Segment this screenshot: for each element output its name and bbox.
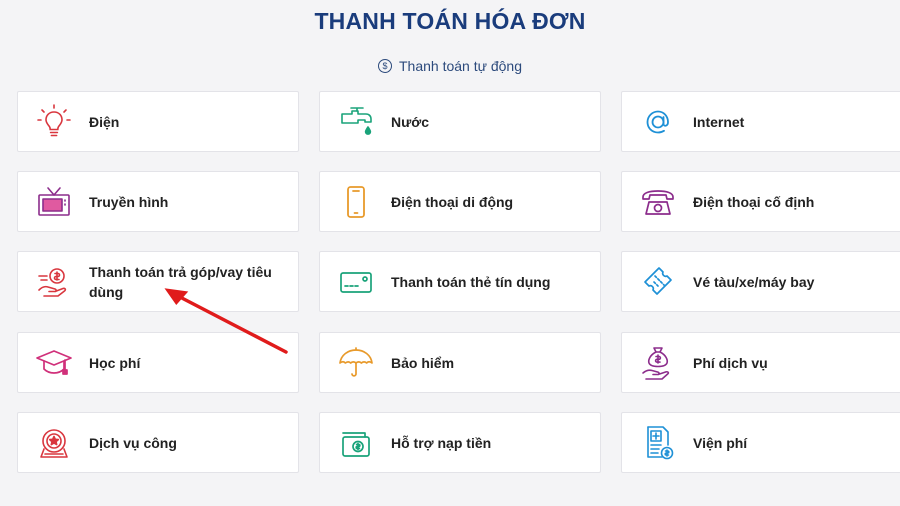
service-card-installment-loan[interactable]: Thanh toán trả góp/vay tiêu dùng: [17, 251, 299, 312]
public-service-emblem-icon: [34, 423, 74, 463]
service-card-service-fee[interactable]: Phí dịch vụ: [621, 332, 900, 393]
service-card-electricity[interactable]: Điện: [17, 91, 299, 152]
service-card-insurance[interactable]: Bảo hiểm: [319, 332, 601, 393]
service-grid: Điện Nước Internet Truyền hình Điện thoạ…: [17, 91, 900, 491]
service-card-water[interactable]: Nước: [319, 91, 601, 152]
service-card-public-service[interactable]: Dịch vụ công: [17, 412, 299, 473]
service-label: Điện thoại di động: [391, 193, 514, 210]
water-tap-icon: [336, 102, 376, 142]
service-card-tuition[interactable]: Học phí: [17, 332, 299, 393]
loan-hand-money-icon: [34, 262, 74, 302]
auto-payment-link[interactable]: $ Thanh toán tự động: [0, 58, 900, 74]
graduation-cap-icon: [34, 343, 74, 383]
service-card-hospital-fee[interactable]: Viện phí: [621, 412, 900, 473]
service-card-landline[interactable]: Điện thoại cố định: [621, 171, 900, 232]
credit-card-icon: [336, 262, 376, 302]
money-bag-hand-icon: [638, 343, 678, 383]
at-sign-icon: [638, 102, 678, 142]
service-label: Thanh toán trả góp/vay tiêu dùng: [89, 263, 272, 300]
service-label: Dịch vụ công: [89, 434, 177, 451]
service-label: Học phí: [89, 354, 141, 371]
service-card-tv[interactable]: Truyền hình: [17, 171, 299, 232]
mobile-phone-icon: [336, 182, 376, 222]
service-label: Hỗ trợ nạp tiền: [391, 434, 492, 451]
television-icon: [34, 182, 74, 222]
dollar-coin-icon: $: [377, 59, 392, 73]
hospital-bill-icon: [638, 423, 678, 463]
service-card-topup[interactable]: Hỗ trợ nạp tiền: [319, 412, 601, 473]
landline-phone-icon: [638, 182, 678, 222]
wallet-topup-icon: [336, 423, 376, 463]
auto-payment-label: Thanh toán tự động: [398, 58, 523, 74]
service-card-internet[interactable]: Internet: [621, 91, 900, 152]
service-label: Điện thoại cố định: [693, 193, 815, 210]
service-label: Viện phí: [693, 434, 748, 451]
service-label: Bảo hiểm: [391, 354, 455, 371]
ticket-icon: [638, 262, 678, 302]
service-card-credit-card[interactable]: Thanh toán thẻ tín dụng: [319, 251, 601, 312]
service-label: Truyền hình: [89, 193, 169, 210]
service-label: Nước: [391, 113, 429, 130]
lightbulb-icon: [34, 102, 74, 142]
umbrella-icon: [336, 343, 376, 383]
page-title: THANH TOÁN HÓA ĐƠN: [314, 8, 586, 34]
service-label: Phí dịch vụ: [693, 354, 768, 371]
service-label: Điện: [89, 113, 120, 130]
service-card-ticket[interactable]: Vé tàu/xe/máy bay: [621, 251, 900, 312]
service-label: Thanh toán thẻ tín dụng: [391, 273, 551, 290]
service-card-mobile[interactable]: Điện thoại di động: [319, 171, 601, 232]
service-label: Vé tàu/xe/máy bay: [693, 273, 815, 290]
service-label: Internet: [693, 113, 745, 130]
